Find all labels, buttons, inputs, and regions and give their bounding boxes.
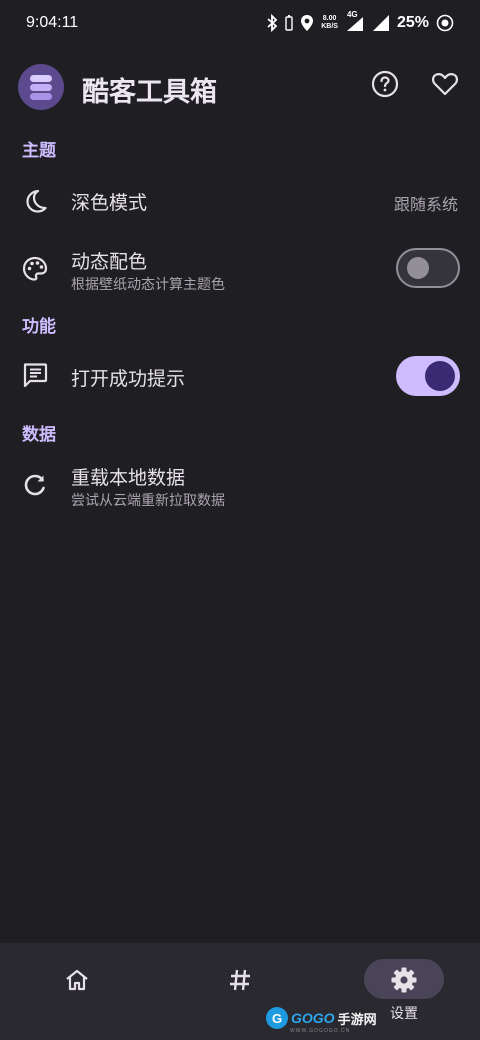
app-bar: 酷客工具箱 xyxy=(0,60,480,116)
net-speed-value: 8.00 xyxy=(322,15,337,22)
watermark-logo: G GOGO 手游网 xyxy=(266,1006,377,1030)
palette-icon xyxy=(20,254,50,284)
nav-item-home[interactable] xyxy=(0,943,160,1040)
watermark-logo-icon: G xyxy=(266,1007,288,1029)
section-header-theme: 主题 xyxy=(22,141,56,161)
switch-knob xyxy=(425,361,455,391)
app-logo-icon xyxy=(18,64,64,110)
message-icon xyxy=(20,360,50,390)
watermark-url: WWW.GOGOGO.CN xyxy=(290,1028,351,1034)
dark-mode-title: 深色模式 xyxy=(71,192,148,214)
dynamic-color-subtitle: 根据壁纸动态计算主题色 xyxy=(71,277,225,293)
signal-4g-icon: 4G xyxy=(345,10,365,32)
dynamic-color-title: 动态配色 xyxy=(71,251,148,273)
reload-local-data-subtitle: 尝试从云端重新拉取数据 xyxy=(71,493,225,509)
status-bar: 9:04:11 8.00 KB/S 4G 25% xyxy=(0,0,480,46)
watermark-brand-cn: 手游网 xyxy=(337,1012,377,1028)
gear-icon xyxy=(389,965,419,995)
location-icon xyxy=(300,14,314,32)
data-saver-icon xyxy=(436,14,454,32)
heart-icon xyxy=(431,71,459,101)
section-header-data: 数据 xyxy=(22,425,56,445)
status-time: 9:04:11 xyxy=(26,14,79,31)
bottom-navigation: 设置 xyxy=(0,943,480,1040)
hashtag-icon xyxy=(225,965,255,995)
switch-knob xyxy=(407,257,429,279)
open-success-tip-switch[interactable] xyxy=(396,356,460,396)
dark-mode-value: 跟随系统 xyxy=(393,195,458,214)
signal-icon xyxy=(372,14,390,32)
section-header-features: 功能 xyxy=(22,317,56,337)
help-circle-icon xyxy=(371,70,399,102)
reload-local-data-title: 重载本地数据 xyxy=(71,467,186,489)
home-icon xyxy=(62,965,92,995)
favorite-button[interactable] xyxy=(425,66,465,106)
open-success-tip-title: 打开成功提示 xyxy=(71,368,186,390)
net-speed: 8.00 KB/S xyxy=(321,15,338,31)
app-title: 酷客工具箱 xyxy=(82,77,217,108)
net-speed-unit: KB/S xyxy=(321,23,338,30)
setting-open-success-tip[interactable]: 打开成功提示 xyxy=(0,346,480,408)
setting-dark-mode[interactable]: 深色模式 跟随系统 xyxy=(0,170,480,232)
setting-dynamic-color[interactable]: 动态配色 根据壁纸动态计算主题色 xyxy=(0,238,480,300)
bluetooth-icon xyxy=(266,14,278,32)
refresh-icon xyxy=(20,470,50,500)
battery-small-icon xyxy=(285,15,293,31)
help-button[interactable] xyxy=(365,66,405,106)
network-type: 4G xyxy=(346,10,358,19)
status-icons: 8.00 KB/S 4G 25% xyxy=(266,10,454,32)
moon-icon xyxy=(20,186,50,216)
dynamic-color-switch[interactable] xyxy=(396,248,460,288)
battery-percent: 25% xyxy=(396,14,429,31)
setting-reload-local-data[interactable]: 重载本地数据 尝试从云端重新拉取数据 xyxy=(0,454,480,516)
watermark-brand: GOGO xyxy=(291,1010,335,1026)
